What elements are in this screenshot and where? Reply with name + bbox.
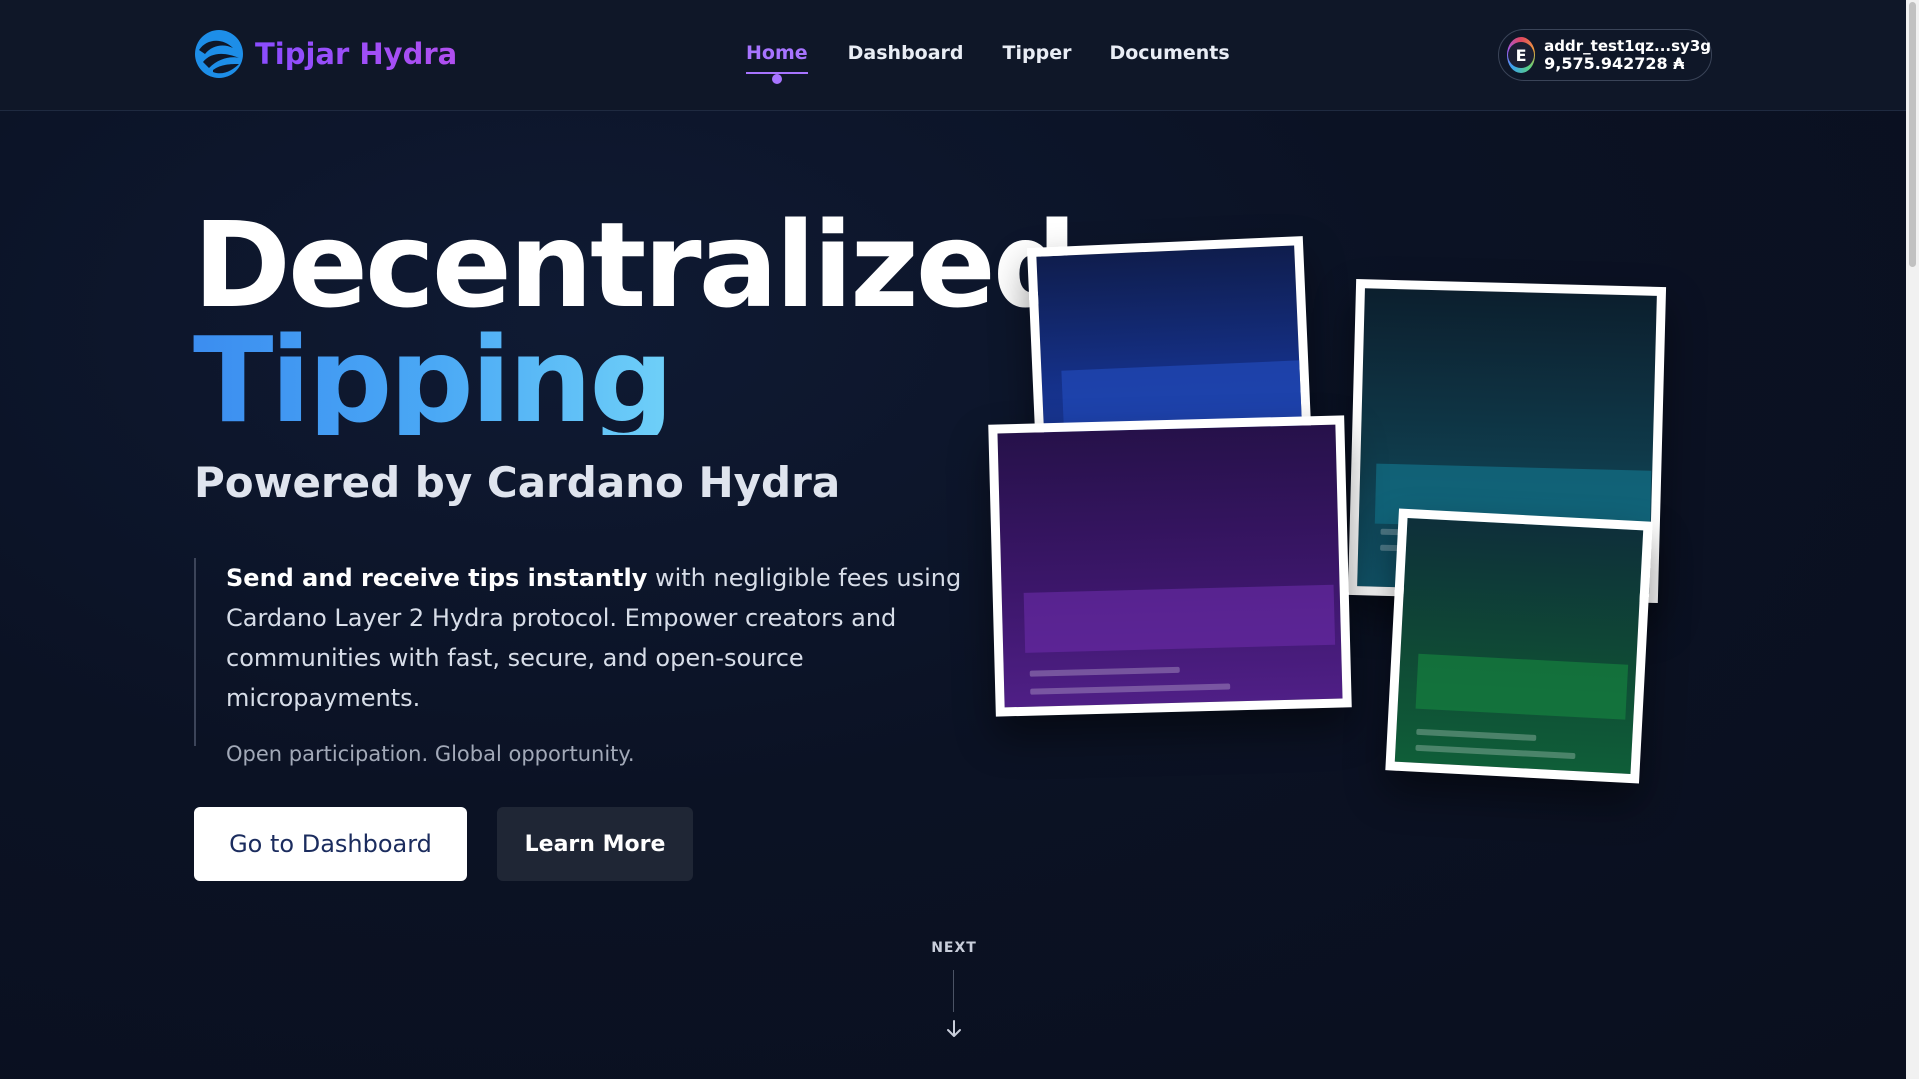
nav-home-label: Home [746,42,808,64]
brand-logo[interactable]: Tipjar Hydra [193,28,457,80]
hero-title-line2: Tipping [193,315,671,435]
arrow-down-icon[interactable] [944,1018,964,1040]
top-header: Tipjar Hydra Home Dashboard Tipper Docum… [0,0,1906,111]
scrollbar-thumb[interactable] [1909,2,1916,267]
hydra-wave-logo-icon [195,30,243,78]
collage-card-purple [988,415,1352,717]
hero-subtitle: Powered by Cardano Hydra [194,458,841,507]
nav-dashboard[interactable]: Dashboard [848,42,964,74]
vertical-scrollbar[interactable] [1906,0,1919,1079]
page: Tipjar Hydra Home Dashboard Tipper Docum… [0,0,1906,1079]
wallet-address: addr_test1qz...sy3g [1544,37,1711,55]
active-indicator-dot [771,74,782,84]
hero-description: Send and receive tips instantly with neg… [194,558,961,766]
description-text: Send and receive tips instantly with neg… [226,558,966,718]
learn-more-button[interactable]: Learn More [497,807,693,881]
nav-documents[interactable]: Documents [1109,42,1229,74]
wallet-button[interactable]: E addr_test1qz...sy3g 9,575.942728 ₳ [1498,29,1712,81]
collage-card-green [1385,508,1653,784]
next-label[interactable]: NEXT [912,940,996,956]
description-strong: Send and receive tips instantly [226,564,648,592]
nav-dashboard-label: Dashboard [847,42,964,64]
description-tagline: Open participation. Global opportunity. [226,742,635,766]
go-to-dashboard-button[interactable]: Go to Dashboard [194,807,467,881]
nav-documents-label: Documents [1109,42,1230,64]
wallet-balance: 9,575.942728 ₳ [1544,54,1685,73]
nav-tipper[interactable]: Tipper [1003,42,1072,74]
next-divider [953,970,954,1012]
brand-name: Tipjar Hydra [255,37,458,71]
hero-collage [980,220,1700,800]
wallet-avatar-icon: E [1507,37,1536,73]
hero-title-line1: Decentralized [193,196,1077,334]
nav-tipper-label: Tipper [1002,42,1072,64]
nav-home[interactable]: Home [746,42,808,84]
main-nav: Home Dashboard Tipper Documents [746,42,1230,84]
wallet-info: addr_test1qz...sy3g 9,575.942728 ₳ [1544,37,1711,73]
